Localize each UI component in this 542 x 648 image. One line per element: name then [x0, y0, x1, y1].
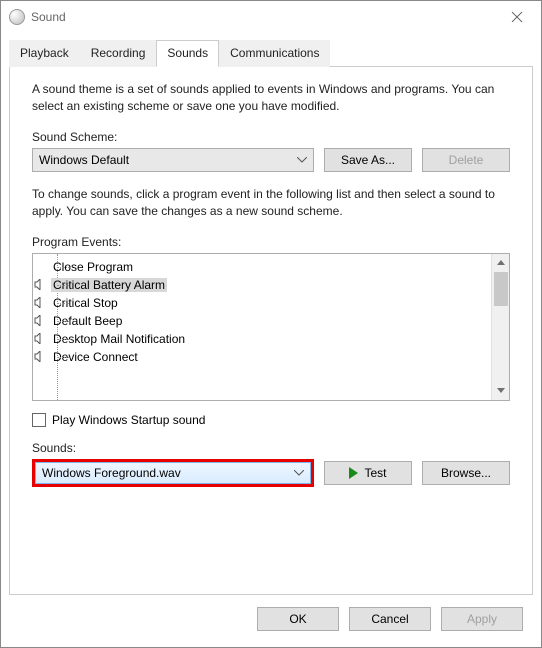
list-item[interactable]: Device Connect	[33, 348, 491, 366]
sound-dialog: Sound Playback Recording Sounds Communic…	[0, 0, 542, 648]
scroll-up-icon[interactable]	[492, 254, 509, 272]
speaker-icon	[33, 314, 47, 328]
scroll-down-icon[interactable]	[492, 382, 509, 400]
speaker-icon	[33, 278, 47, 292]
scheme-label: Sound Scheme:	[32, 130, 510, 144]
speaker-icon	[33, 296, 47, 310]
speaker-icon	[33, 332, 47, 346]
startup-label: Play Windows Startup sound	[52, 413, 205, 427]
tab-recording[interactable]: Recording	[80, 40, 157, 67]
speaker-icon	[33, 260, 47, 274]
startup-checkbox[interactable]	[32, 413, 46, 427]
list-item[interactable]: Critical Stop	[33, 294, 491, 312]
delete-button: Delete	[422, 148, 510, 172]
chevron-down-icon	[294, 470, 304, 476]
sound-file-dropdown[interactable]: Windows Foreground.wav	[35, 462, 311, 484]
save-as-button[interactable]: Save As...	[324, 148, 412, 172]
titlebar: Sound	[1, 1, 541, 33]
dialog-footer: OK Cancel Apply	[1, 595, 541, 647]
sound-icon	[9, 9, 25, 25]
tab-communications[interactable]: Communications	[219, 40, 330, 67]
change-description: To change sounds, click a program event …	[32, 186, 510, 221]
browse-button[interactable]: Browse...	[422, 461, 510, 485]
ok-button[interactable]: OK	[257, 607, 339, 631]
apply-button: Apply	[441, 607, 523, 631]
cancel-button[interactable]: Cancel	[349, 607, 431, 631]
events-label: Program Events:	[32, 235, 510, 249]
sounds-label: Sounds:	[32, 441, 510, 455]
chevron-down-icon	[297, 157, 307, 163]
events-listbox[interactable]: Close Program Critical Battery Alarm Cri…	[32, 253, 510, 401]
close-button[interactable]	[497, 3, 537, 31]
play-icon	[349, 467, 358, 479]
tab-content: A sound theme is a set of sounds applied…	[9, 67, 533, 595]
list-item[interactable]: Close Program	[33, 258, 491, 276]
scheme-value: Windows Default	[39, 153, 129, 167]
tab-playback[interactable]: Playback	[9, 40, 80, 67]
theme-description: A sound theme is a set of sounds applied…	[32, 81, 510, 116]
list-item[interactable]: Critical Battery Alarm	[33, 276, 491, 294]
list-item[interactable]: Desktop Mail Notification	[33, 330, 491, 348]
window-title: Sound	[31, 10, 497, 24]
test-button[interactable]: Test	[324, 461, 412, 485]
sound-file-value: Windows Foreground.wav	[42, 466, 181, 480]
speaker-icon	[33, 350, 47, 364]
scrollbar[interactable]	[491, 254, 509, 400]
scroll-thumb[interactable]	[494, 272, 508, 306]
list-item[interactable]: Default Beep	[33, 312, 491, 330]
scheme-dropdown[interactable]: Windows Default	[32, 148, 314, 172]
tab-strip: Playback Recording Sounds Communications	[9, 39, 533, 67]
tab-sounds[interactable]: Sounds	[156, 40, 219, 67]
